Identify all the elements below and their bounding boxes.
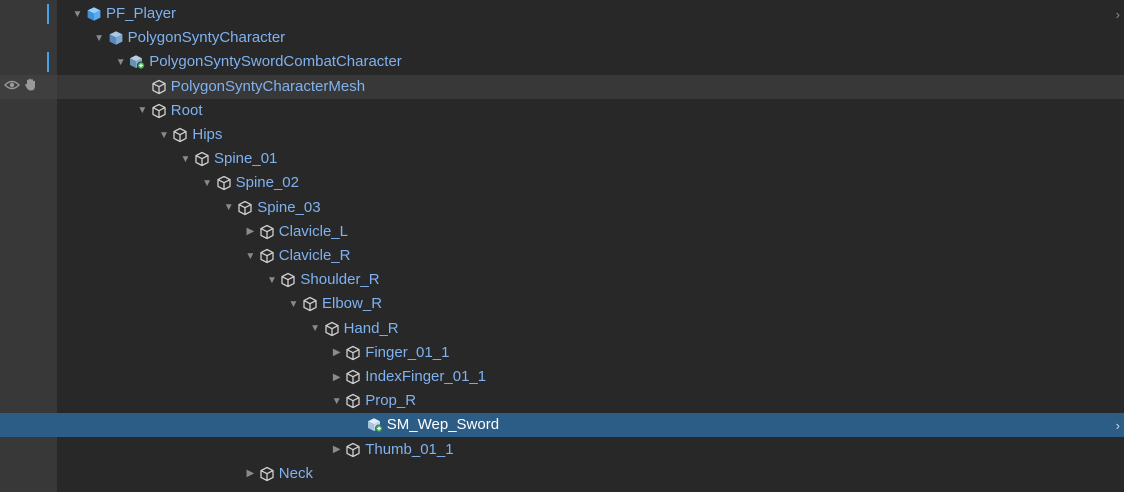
hierarchy-item-label: Hand_R bbox=[343, 319, 399, 337]
hierarchy-row-polygonsyntycharactermesh[interactable]: PolygonSyntyCharacterMesh bbox=[0, 74, 1124, 99]
hierarchy-row-thumb-01-1[interactable]: ▶ Thumb_01_1 bbox=[0, 438, 1124, 462]
hierarchy-item-label: Prop_R bbox=[365, 392, 417, 410]
gameobject-icon bbox=[279, 271, 297, 289]
gameobject-icon bbox=[193, 150, 211, 168]
hierarchy-item-label: Clavicle_R bbox=[278, 247, 351, 264]
hierarchy-row-clavicle-r[interactable]: ▼ Clavicle_R bbox=[0, 244, 1124, 268]
expand-arrow-icon[interactable]: ▶ bbox=[245, 220, 256, 244]
gameobject-icon bbox=[150, 102, 168, 120]
hierarchy-row-finger-01-1[interactable]: ▶ Finger_01_1 bbox=[0, 341, 1124, 365]
gameobject-icon bbox=[171, 126, 189, 144]
hierarchy-item-label: IndexFinger_01_1 bbox=[365, 368, 487, 385]
hierarchy-item-label: Root bbox=[170, 101, 203, 119]
hierarchy-row-spine-02[interactable]: ▼ Spine_02 bbox=[0, 171, 1124, 195]
gameobject-icon bbox=[258, 465, 276, 483]
collapse-arrow-icon[interactable]: ▼ bbox=[245, 244, 256, 268]
prefab-override-marker bbox=[47, 4, 49, 24]
collapse-arrow-icon[interactable]: ▼ bbox=[72, 2, 83, 26]
scene-visibility-toggles bbox=[4, 75, 38, 99]
collapse-arrow-icon[interactable]: ▼ bbox=[137, 99, 148, 123]
prefab-override-marker bbox=[47, 52, 49, 73]
hierarchy-panel: ▼ PF_Player › ▼ PolygonSyntyCharacter ▼ Polygo… bbox=[0, 0, 1124, 492]
hierarchy-item-label: PolygonSyntySwordCombatCharacter bbox=[149, 53, 402, 71]
collapse-arrow-icon[interactable]: ▼ bbox=[180, 147, 191, 171]
expand-arrow-icon[interactable]: ▶ bbox=[331, 438, 342, 462]
collapse-arrow-icon[interactable]: ▼ bbox=[288, 292, 299, 316]
collapse-arrow-icon[interactable]: ▼ bbox=[331, 389, 342, 413]
hierarchy-row-prop-r[interactable]: ▼ Prop_R bbox=[0, 389, 1124, 413]
gameobject-icon bbox=[344, 441, 362, 459]
hierarchy-item-label: PolygonSyntyCharacterMesh bbox=[170, 77, 366, 95]
gameobject-icon bbox=[150, 78, 168, 96]
hierarchy-row-elbow-r[interactable]: ▼ Elbow_R bbox=[0, 292, 1124, 316]
collapse-arrow-icon[interactable]: ▼ bbox=[115, 50, 126, 74]
collapse-arrow-icon[interactable]: ▼ bbox=[158, 123, 169, 147]
gameobject-icon bbox=[215, 174, 233, 192]
hierarchy-row-hips[interactable]: ▼ Hips bbox=[0, 123, 1124, 147]
hierarchy-row-root[interactable]: ▼ Root bbox=[0, 99, 1124, 123]
hierarchy-row-spine-03[interactable]: ▼ Spine_03 bbox=[0, 196, 1124, 220]
hierarchy-row-indexfinger-01-1[interactable]: ▶ IndexFinger_01_1 bbox=[0, 365, 1124, 389]
open-prefab-chevron-icon[interactable]: › bbox=[1116, 413, 1120, 437]
hierarchy-row-polygonsyntycharacter[interactable]: ▼ PolygonSyntyCharacter bbox=[0, 26, 1124, 50]
hierarchy-item-label: PolygonSyntyCharacter bbox=[127, 29, 286, 47]
hierarchy-row-hand-r[interactable]: ▼ Hand_R bbox=[0, 317, 1124, 341]
hierarchy-item-label: Thumb_01_1 bbox=[365, 440, 454, 458]
hierarchy-item-label: Hips bbox=[192, 126, 223, 143]
gameobject-icon bbox=[301, 295, 319, 313]
hierarchy-item-label: PF_Player bbox=[106, 5, 177, 22]
expand-arrow-icon[interactable]: ▶ bbox=[331, 365, 342, 389]
gameobject-icon bbox=[344, 392, 362, 410]
hierarchy-row-sm-wep-sword[interactable]: SM_Wep_Sword › bbox=[0, 413, 1124, 438]
collapse-arrow-icon[interactable]: ▼ bbox=[266, 268, 277, 292]
collapse-arrow-icon[interactable]: ▼ bbox=[202, 171, 213, 195]
hierarchy-row-polygonsyntyswordcombatcharacter[interactable]: ▼ PolygonSyntySwordCombatCharacter bbox=[0, 50, 1124, 74]
hierarchy-row-pf-player[interactable]: ▼ PF_Player › bbox=[0, 2, 1124, 26]
prefab-added-icon bbox=[366, 416, 384, 434]
hierarchy-item-label: Neck bbox=[278, 464, 313, 482]
gameobject-icon bbox=[344, 368, 362, 386]
gameobject-icon bbox=[258, 247, 276, 265]
collapse-arrow-icon[interactable]: ▼ bbox=[94, 26, 105, 50]
hierarchy-item-label: Spine_01 bbox=[214, 150, 278, 168]
hierarchy-row-shoulder-r[interactable]: ▼ Shoulder_R bbox=[0, 268, 1124, 292]
hierarchy-item-label: Spine_02 bbox=[235, 174, 299, 192]
gameobject-icon bbox=[323, 320, 341, 338]
gameobject-icon bbox=[236, 199, 254, 217]
hierarchy-item-label: Clavicle_L bbox=[278, 222, 348, 240]
visibility-eye-icon[interactable] bbox=[4, 78, 20, 95]
open-prefab-chevron-icon[interactable]: › bbox=[1116, 2, 1120, 26]
hierarchy-row-spine-01[interactable]: ▼ Spine_01 bbox=[0, 147, 1124, 171]
prefab-variant-icon bbox=[128, 53, 146, 71]
hierarchy-item-label: Finger_01_1 bbox=[365, 343, 450, 361]
prefab-icon bbox=[107, 29, 125, 47]
collapse-arrow-icon[interactable]: ▼ bbox=[310, 317, 321, 341]
hierarchy-item-label: Shoulder_R bbox=[300, 271, 380, 289]
hierarchy-row-neck[interactable]: ▶ Neck bbox=[0, 462, 1124, 486]
hierarchy-item-label: SM_Wep_Sword bbox=[386, 416, 500, 434]
expand-arrow-icon[interactable]: ▶ bbox=[245, 462, 256, 486]
hierarchy-item-label: Spine_03 bbox=[257, 198, 321, 216]
collapse-arrow-icon[interactable]: ▼ bbox=[223, 196, 234, 220]
gameobject-icon bbox=[344, 344, 362, 362]
expand-arrow-icon[interactable]: ▶ bbox=[331, 341, 342, 365]
hierarchy-item-label: Elbow_R bbox=[322, 295, 383, 313]
hierarchy-row-clavicle-l[interactable]: ▶ Clavicle_L bbox=[0, 220, 1124, 244]
pickability-hand-icon[interactable] bbox=[24, 78, 38, 96]
prefab-root-icon bbox=[85, 5, 103, 23]
gameobject-icon bbox=[258, 223, 276, 241]
